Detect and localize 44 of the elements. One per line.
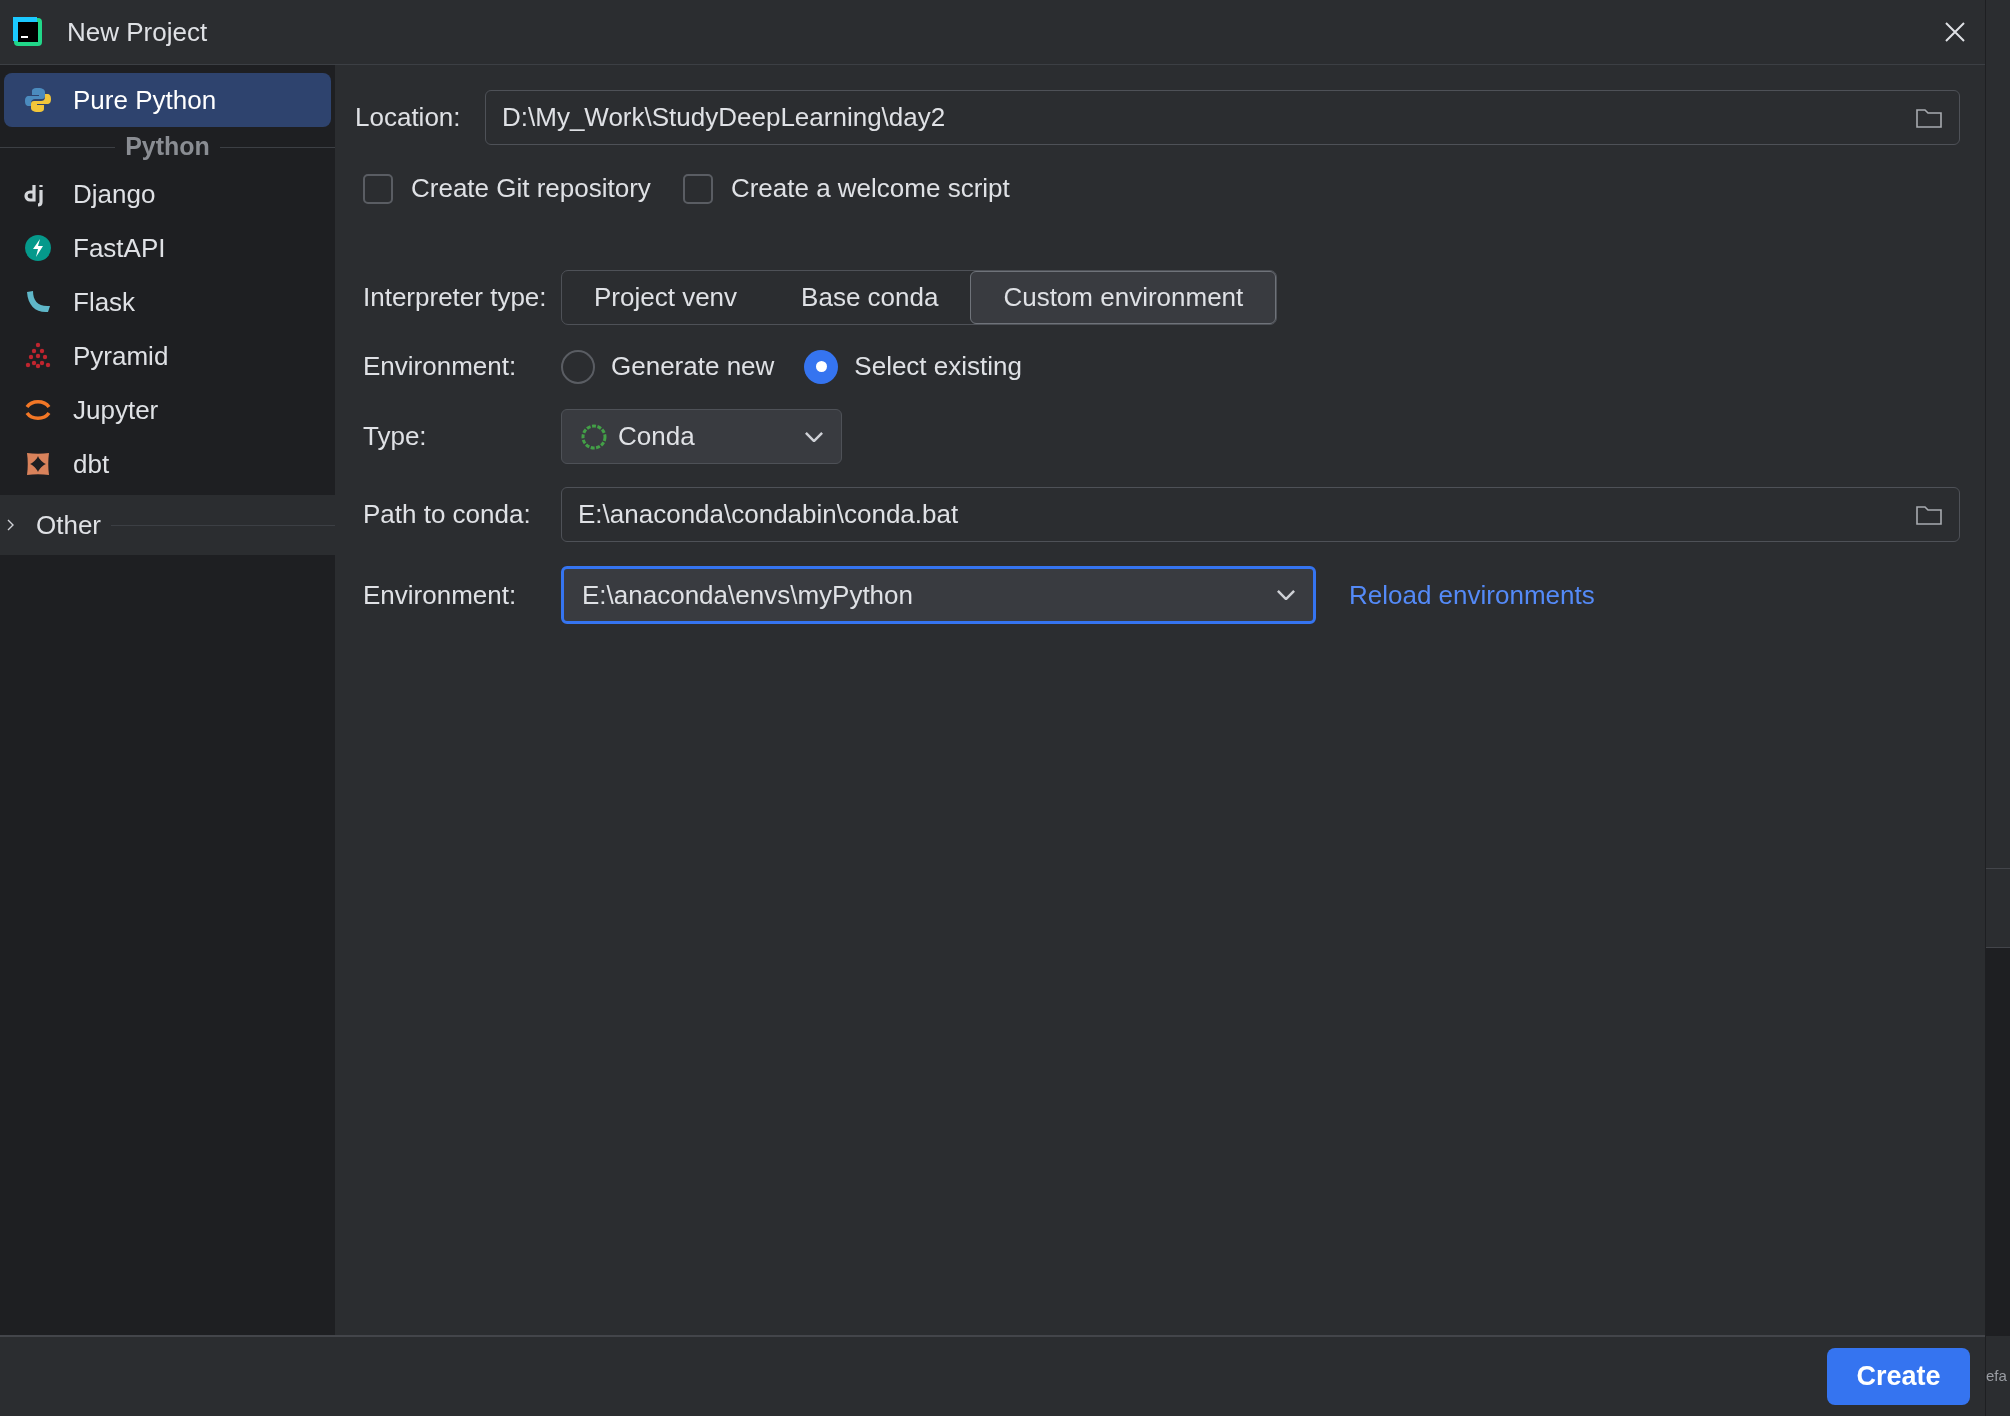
checkbox-label: Create a welcome script <box>730 172 1010 205</box>
sidebar-item[interactable]: Pyramid <box>4 329 331 383</box>
sidebar-item[interactable]: Pure Python <box>4 73 331 127</box>
chevron-down-icon <box>805 431 823 442</box>
path-field[interactable]: E:\anaconda\condabin\conda.bat <box>561 487 1960 542</box>
environment-dropdown[interactable]: E:\anaconda\envs\myPython <box>561 566 1316 624</box>
close-icon[interactable] <box>1943 20 1967 44</box>
segment-tab[interactable]: Project venv <box>562 271 770 324</box>
location-field[interactable]: D:\My_Work\StudyDeepLearning\day2 <box>485 90 1960 145</box>
radio-label: Generate new <box>611 350 775 383</box>
dot-pyramid-icon <box>24 342 52 370</box>
window-title: New Project <box>67 15 208 49</box>
group-header: Python <box>125 131 210 163</box>
sidebar-item[interactable]: dbt <box>4 437 331 491</box>
radio-button[interactable] <box>804 349 839 384</box>
radio-button[interactable] <box>561 349 595 384</box>
other-section[interactable]: Other <box>0 495 335 555</box>
field-label: Type: <box>363 420 428 453</box>
type-dropdown[interactable]: Conda <box>561 409 842 464</box>
background-text: efa <box>1986 1365 2007 1386</box>
chevron-down-icon <box>1277 590 1295 600</box>
checkbox[interactable] <box>682 173 713 204</box>
checkbox[interactable] <box>363 173 393 204</box>
section-label: Other <box>36 508 102 542</box>
app-logo-icon <box>12 16 44 48</box>
ring-icon <box>580 422 608 451</box>
reload-link[interactable]: Reload environments <box>1349 575 1595 615</box>
create-button[interactable]: Create <box>1827 1348 1970 1405</box>
field-label: Interpreter type: <box>363 281 548 314</box>
checkbox-label: Create Git repository <box>411 172 651 205</box>
sidebar-item[interactable]: FastAPI <box>4 221 331 275</box>
field-label: Environment: <box>363 350 518 383</box>
field-label: Location: <box>355 101 462 134</box>
field-label: Path to conda: <box>363 498 532 531</box>
x-shape-icon <box>24 450 52 478</box>
lightning-circle-icon <box>24 234 52 262</box>
field-label: Environment: <box>363 578 518 612</box>
segment-tab[interactable]: Base conda <box>769 271 971 324</box>
radio-label: Select existing <box>854 350 1022 383</box>
python-logo-icon <box>24 86 52 114</box>
sidebar-item[interactable]: Flask <box>4 275 331 329</box>
sidebar-item[interactable]: Jupyter <box>4 383 331 437</box>
sidebar-item[interactable]: Django <box>4 167 331 221</box>
segment-tab[interactable]: Custom environment <box>970 271 1277 324</box>
